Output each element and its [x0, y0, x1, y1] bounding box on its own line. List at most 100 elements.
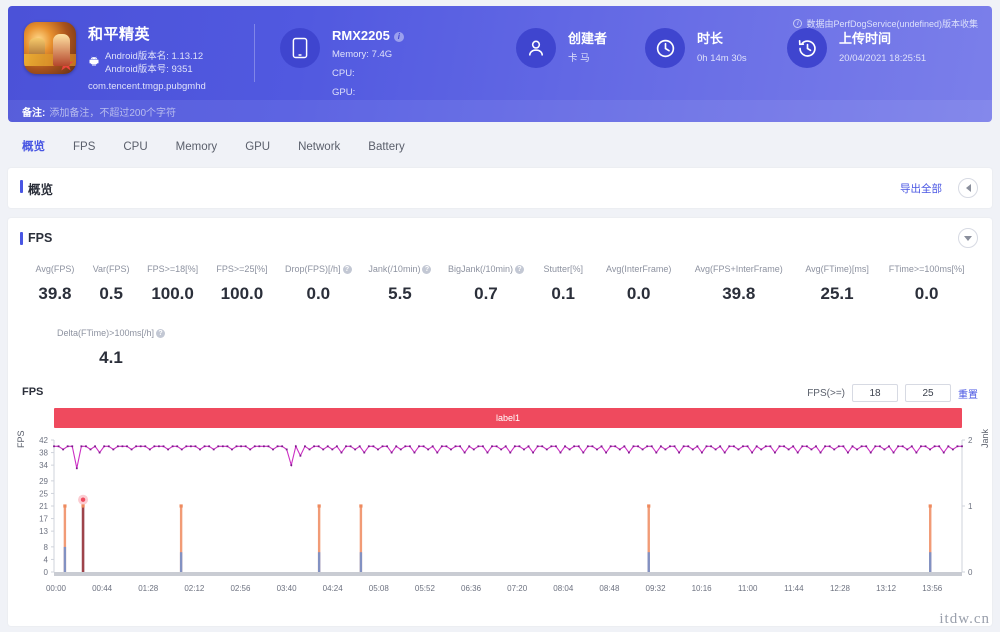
app-icon [24, 22, 76, 74]
duration-text: 时长 0h 14m 30s [697, 28, 747, 66]
metric-jank-10min: Jank(/10min)? 5.5 [360, 264, 441, 304]
app-icon-band [24, 54, 76, 66]
metric-label-text: FPS>=25[%] [216, 264, 268, 274]
y-tick-label: 34 [39, 461, 48, 470]
overview-card-header: 概览 导出全部 [8, 168, 992, 208]
help-icon[interactable]: ? [155, 328, 165, 338]
tab-fps[interactable]: FPS [59, 132, 109, 162]
metric-fps-18: FPS>=18[%] 100.0 [138, 264, 206, 304]
tab-battery[interactable]: Battery [354, 132, 418, 162]
tab-cpu[interactable]: CPU [109, 132, 161, 162]
fps-card-header: FPS [8, 218, 992, 258]
app-version-code: Android版本号: 9351 [105, 64, 193, 75]
remark-label: 备注: [22, 107, 46, 119]
metric-value: 0.0 [626, 284, 651, 303]
reset-button[interactable]: 重置 [958, 386, 978, 401]
device-memory: Memory: 7.4G [332, 49, 393, 60]
device-cpu: CPU: [332, 68, 355, 79]
metric-value: 39.8 [38, 284, 72, 303]
app-info-block: 和平精英 Android版本名: 1.13.12 Android版本号: 935… [8, 6, 248, 92]
android-icon [88, 50, 100, 76]
overview-collapse-button[interactable] [958, 178, 978, 198]
metric-label: Avg(FTime)[ms] [795, 264, 879, 274]
metric-value: 39.8 [722, 284, 756, 303]
metric-label-text: Avg(FTime)[ms] [805, 264, 869, 274]
creator-text: 创建者 卡 马 [568, 28, 607, 66]
upload-info-block: 上传时间 20/04/2021 18:25:51 [787, 6, 926, 68]
overview-title: 概览 [8, 179, 53, 198]
fps-threshold-high-input[interactable] [905, 384, 951, 402]
collect-note: i 数据由PerfDogService(undefined)版本收集 [793, 17, 978, 30]
metric-value: 0.5 [99, 284, 123, 303]
device-gpu: GPU: [332, 87, 356, 98]
metric-value: 100.0 [151, 284, 194, 303]
fps-threshold-low-input[interactable] [852, 384, 898, 402]
tab-概览[interactable]: 概览 [8, 132, 59, 162]
y-tick-label: 13 [39, 527, 48, 536]
remark-bar[interactable]: 备注: 添加备注，不超过200个字符 [8, 100, 992, 122]
y-tick-label: 42 [39, 436, 48, 445]
device-text: RMX2205 i Memory: 7.4G CPU: GPU: [332, 28, 404, 100]
metric-value: 0.1 [551, 284, 576, 303]
chevron-down-icon [964, 235, 972, 241]
metric-label: Avg(FPS+InterFrame) [683, 264, 795, 274]
fps-threshold-filter: FPS(>=) 重置 [807, 384, 978, 402]
y-tick-label: 29 [39, 477, 48, 486]
y2-tick-label: 2 [968, 436, 973, 445]
metric-fps-25: FPS>=25[%] 100.0 [207, 264, 277, 304]
metric-label: Delta(FTime)>100ms[/h] ? [26, 328, 196, 338]
app-name: 和平精英 [88, 26, 151, 43]
metric-label: Var(FPS) [84, 264, 138, 274]
overview-card: 概览 导出全部 [8, 168, 992, 208]
metric-bigjank-10min: BigJank(/10min)? 0.7 [440, 264, 531, 304]
metric-label-text: FPS>=18[%] [147, 264, 199, 274]
metric-label: FTime>=100ms[%] [879, 264, 974, 274]
x-tick-label: 09:32 [645, 584, 666, 593]
y-tick-label: 25 [39, 489, 48, 498]
metric-label: BigJank(/10min)? [440, 264, 531, 274]
duration-value: 0h 14m 30s [697, 53, 747, 64]
metric-label: Avg(FPS) [26, 264, 84, 274]
metric-label: Jank(/10min)? [360, 264, 441, 274]
app-version-name: Android版本名: 1.13.12 [105, 51, 204, 62]
help-icon[interactable]: ? [422, 264, 432, 274]
header-divider [254, 24, 255, 82]
x-tick-label: 04:24 [322, 584, 343, 593]
x-tick-label: 07:20 [507, 584, 528, 593]
metric-label-text: Avg(InterFrame) [606, 264, 672, 274]
metric-label-text: Delta(FTime)>100ms[/h] [57, 328, 154, 338]
x-tick-label: 05:08 [368, 584, 389, 593]
metric-value: 5.5 [388, 284, 412, 303]
tab-memory[interactable]: Memory [162, 132, 232, 162]
chart-plot[interactable]: 0 4 8 13 17 21 25 29 34 38 42 0 1 2 [8, 434, 992, 584]
duration-info-block: 时长 0h 14m 30s [645, 6, 747, 68]
y-axis-title: FPS [16, 430, 26, 448]
x-tick-label: 01:28 [138, 584, 159, 593]
metric-value: 100.0 [220, 284, 264, 303]
help-icon[interactable]: ? [514, 264, 524, 274]
fps-metrics-row: Avg(FPS) 39.8 Var(FPS) 0.5 FPS>=18[%] 100.0 FP… [8, 264, 992, 304]
perfdog-report-page: 和平精英 Android版本名: 1.13.12 Android版本号: 935… [0, 0, 1000, 632]
device-info-icon[interactable]: i [393, 31, 404, 42]
chart-svg: 0 4 8 13 17 21 25 29 34 38 42 0 1 2 [39, 436, 973, 577]
remark-placeholder[interactable]: 添加备注，不超过200个字符 [49, 104, 176, 119]
fps-chart-area: FPS FPS(>=) 重置 label1 048131721252934384… [8, 384, 992, 626]
report-header: 和平精英 Android版本名: 1.13.12 Android版本号: 935… [8, 6, 992, 122]
export-all-link[interactable]: 导出全部 [900, 181, 942, 196]
tab-bar: 概览 FPS CPU Memory GPU Network Battery [8, 132, 992, 162]
fps-collapse-button[interactable] [958, 228, 978, 248]
x-axis-ticks: 00:00 00:44 01:28 02:12 02:56 03:40 04:24 05:08… [8, 584, 992, 598]
chart-label: FPS [22, 386, 44, 398]
header-main: 和平精英 Android版本名: 1.13.12 Android版本号: 935… [8, 6, 992, 102]
metric-label-text: FTime>=100ms[%] [888, 264, 965, 274]
y-tick-label: 8 [44, 543, 49, 552]
y-tick-label: 4 [44, 555, 49, 564]
metric-avg-fps: Avg(FPS) 39.8 [26, 264, 84, 304]
app-text-block: 和平精英 Android版本名: 1.13.12 Android版本号: 935… [88, 22, 206, 92]
tab-gpu[interactable]: GPU [231, 132, 284, 162]
tab-network[interactable]: Network [284, 132, 354, 162]
fps-card: FPS Avg(FPS) 39.8 Var(FPS) 0.5 FPS>=18[%] 100… [8, 218, 992, 626]
help-icon[interactable]: ? [342, 264, 352, 274]
creator-title: 创建者 [568, 31, 608, 46]
label-band[interactable]: label1 [54, 408, 962, 428]
